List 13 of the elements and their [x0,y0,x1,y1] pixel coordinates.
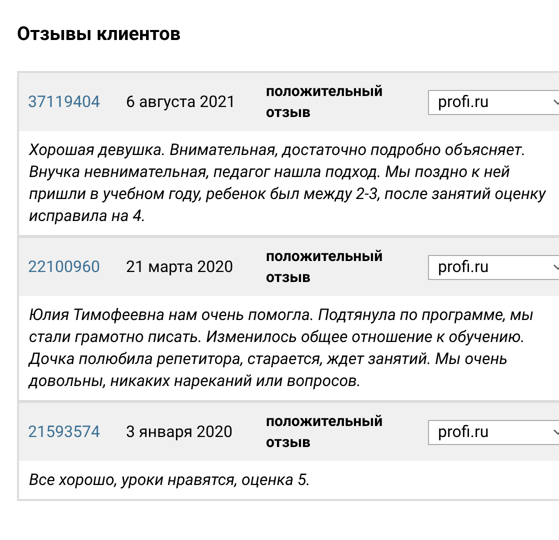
source-select[interactable]: profi.ru [428,254,559,280]
review-date: 21 марта 2020 [126,256,234,278]
source-select[interactable]: profi.ru [428,90,559,114]
page-title: Отзывы клиентов [16,21,182,47]
review-id-link[interactable]: 21593574 [28,420,126,444]
review-id-link[interactable]: 22100960 [28,255,126,279]
review-type: положительный отзыв [266,81,384,123]
review-date: 3 января 2020 [126,421,234,443]
review-type: положительный отзыв [266,411,384,453]
review-type: положительный отзыв [266,246,384,288]
review-id-link[interactable]: 37119404 [28,90,126,114]
review-date: 6 августа 2021 [126,91,237,113]
source-select[interactable]: profi.ru [428,420,559,444]
